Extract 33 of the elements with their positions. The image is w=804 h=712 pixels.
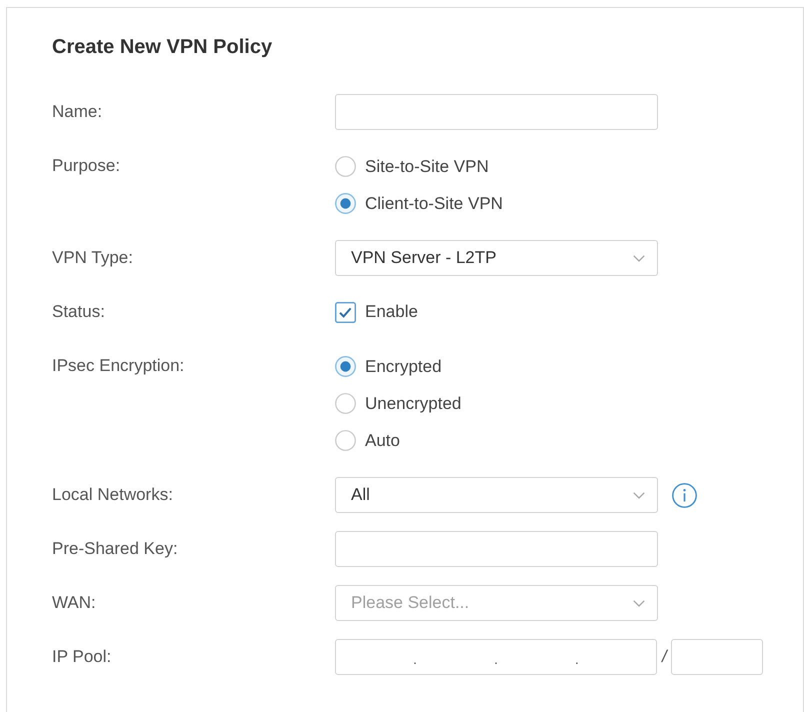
field-label: Name:	[52, 102, 102, 122]
field-label: Local Networks:	[52, 485, 173, 505]
option-label[interactable]: Unencrypted	[365, 394, 462, 414]
field-label: VPN Type:	[52, 248, 133, 268]
radio-button[interactable]	[335, 393, 356, 414]
field-label: WAN:	[52, 593, 96, 613]
chevron-down-icon	[633, 254, 645, 262]
option-label[interactable]: Enable	[365, 302, 418, 322]
option-label[interactable]: Encrypted	[365, 356, 442, 376]
field-label: Status:	[52, 302, 105, 322]
field-label: Purpose:	[52, 156, 120, 176]
text-input[interactable]	[335, 531, 658, 567]
ip-address-field[interactable]: . . .	[335, 639, 657, 675]
checkbox[interactable]	[335, 302, 356, 322]
option-label[interactable]: Auto	[365, 430, 400, 450]
field-label: IPsec Encryption:	[52, 356, 184, 376]
field-label: IP Pool:	[52, 647, 112, 667]
option-label[interactable]: Client-to-Site VPN	[365, 194, 503, 214]
dropdown[interactable]: VPN Server - L2TP	[335, 240, 658, 276]
text-input[interactable]	[335, 94, 658, 130]
chevron-down-icon	[633, 600, 645, 606]
radio-button[interactable]	[335, 156, 356, 177]
option-label[interactable]: Site-to-Site VPN	[365, 156, 489, 176]
prefix-length-input[interactable]	[670, 639, 763, 675]
info-icon[interactable]	[672, 482, 697, 508]
radio-button[interactable]	[335, 356, 356, 377]
form-title: Create New VPN Policy	[52, 35, 272, 59]
radio-button[interactable]	[335, 193, 356, 214]
dropdown[interactable]: All	[335, 477, 658, 513]
field-label: Pre-Shared Key:	[52, 539, 178, 559]
slash-separator: /	[662, 647, 667, 667]
radio-button[interactable]	[335, 430, 356, 451]
chevron-down-icon	[633, 492, 645, 498]
